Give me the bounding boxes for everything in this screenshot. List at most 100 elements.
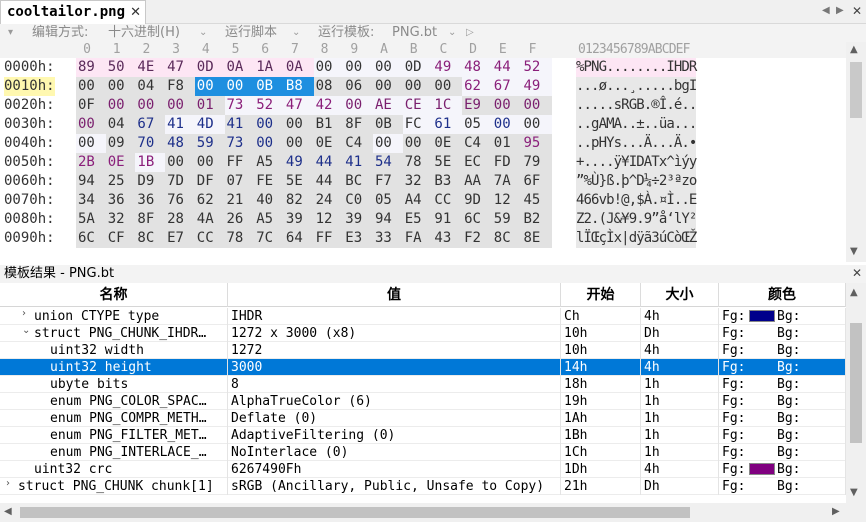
hex-byte[interactable]: FF [224,153,255,172]
hex-byte[interactable]: 00 [373,77,403,96]
hex-byte[interactable]: 00 [194,153,225,172]
hex-byte[interactable]: 0E [105,153,136,172]
hex-byte[interactable]: 06 [343,77,374,96]
hex-byte[interactable]: 61 [432,115,463,134]
hex-byte[interactable]: 00 [491,115,522,134]
collapse-icon[interactable]: ▾ [8,24,13,41]
hex-row[interactable]: 0060h: 94 25 D9 7D DF 07 FE 5E 44 BC F7 32 B3 AA 7A 6F ”%… [0,172,846,191]
hex-row[interactable]: 0000h: 89 50 4E 47 0D 0A 1A 0A 00 00 00 0D 49 48 44 52 %P… [0,58,846,77]
column-header-color[interactable]: 颜色 [719,283,846,307]
table-row[interactable]: › union CTYPE type IHDR Ch 4h Fg: Bg: [0,308,846,325]
hex-byte[interactable]: 49 [521,77,552,96]
hex-byte[interactable]: 0F [76,96,106,115]
hex-byte[interactable]: 04 [135,77,166,96]
hex-byte[interactable]: 54 [373,153,403,172]
hex-byte[interactable]: B1 [313,115,344,134]
hex-byte[interactable]: 4E [135,58,166,77]
hex-byte[interactable]: A5 [254,153,285,172]
hex-byte[interactable]: 0B [254,77,285,96]
hex-byte[interactable]: 41 [343,153,374,172]
hex-byte[interactable]: 00 [491,96,522,115]
hex-byte[interactable]: 00 [402,134,433,153]
hex-byte[interactable]: A4 [402,191,433,210]
hex-row[interactable]: 0050h: 2B 0E 1B 00 00 FF A5 49 44 41 54 78 5E EC FD 79 +.… [0,153,846,172]
cell-color[interactable]: Fg: Bg: [719,444,846,461]
hex-byte[interactable]: 36 [135,191,166,210]
hex-byte[interactable]: 1B [135,153,166,172]
hex-byte[interactable]: 50 [105,58,136,77]
scroll-down-icon[interactable]: ▼ [850,246,858,257]
column-header-size[interactable]: 大小 [641,283,719,307]
hex-byte[interactable]: 79 [521,153,552,172]
hex-byte[interactable]: 41 [165,115,196,134]
hex-byte[interactable]: 64 [283,229,314,248]
hex-byte[interactable]: E7 [165,229,196,248]
hex-byte[interactable]: FC [402,115,433,134]
hex-byte[interactable]: 78 [402,153,433,172]
hex-byte[interactable]: FD [491,153,522,172]
chevron-down-icon[interactable]: ⌄ [292,24,300,41]
run-template-icon[interactable]: ▷ [466,24,474,41]
hex-byte[interactable]: 00 [105,96,136,115]
hex-byte[interactable]: F8 [165,77,196,96]
chevron-down-icon[interactable]: ⌄ [22,325,30,336]
hex-byte[interactable]: 05 [462,115,493,134]
hex-byte[interactable]: 12 [313,210,344,229]
hex-byte[interactable]: 01 [491,134,522,153]
hex-row-ascii[interactable]: 466vb!@‚$À.¤Ì..E [576,191,697,210]
hex-byte[interactable]: 44 [313,172,344,191]
hex-row-ascii[interactable]: ..pHYs...Ä...Ä.• [576,134,697,153]
hex-byte[interactable]: FF [313,229,344,248]
hex-byte[interactable]: 0A [224,58,255,77]
hex-byte[interactable]: 09 [105,134,136,153]
hex-byte[interactable]: B2 [521,210,552,229]
hex-byte[interactable]: A5 [254,210,285,229]
hex-byte[interactable]: 4D [194,115,225,134]
hex-byte[interactable]: 28 [165,210,196,229]
hex-editor[interactable]: 0 1 2 3 4 5 6 7 8 9 A B C D E F 0123456789ABCDEF 0000h: 8… [0,42,866,262]
hex-byte[interactable]: 00 [254,115,285,134]
hex-byte[interactable]: 95 [521,134,552,153]
hex-byte[interactable]: 7A [491,172,522,191]
hex-byte[interactable]: 67 [491,77,522,96]
cell-color[interactable]: Fg: Bg: [719,393,846,410]
hex-byte[interactable]: FA [402,229,433,248]
hex-byte[interactable]: 32 [402,172,433,191]
table-row[interactable]: enum PNG_FILTER_MET… AdaptiveFiltering (0… [0,427,846,444]
hex-byte[interactable]: 8F [135,210,166,229]
scroll-up-icon[interactable]: ▲ [850,287,858,298]
hex-byte[interactable]: 00 [194,77,225,96]
hex-row-ascii[interactable]: Z2.(J&¥9.9”å‘lY² [576,210,697,229]
hex-row[interactable]: 0080h: 5A 32 8F 28 4A 26 A5 39 12 39 94 E5 91 6C 59 B2 Z2… [0,210,846,229]
vertical-scrollbar[interactable]: ▲ ▼ [846,42,866,262]
hex-byte[interactable]: 00 [76,134,106,153]
hex-row-ascii[interactable]: ..gAMA..±..üa... [576,115,697,134]
hex-row[interactable]: 0010h: 00 00 04 F8 00 00 0B B8 08 06 00 00 00 62 67 49..… [0,77,846,96]
scrollbar-thumb[interactable] [850,62,862,118]
chevron-right-icon[interactable]: › [6,478,10,489]
hex-byte[interactable]: 26 [224,210,255,229]
hex-byte[interactable]: CE [402,96,433,115]
hex-byte[interactable]: 00 [135,96,166,115]
hex-byte[interactable]: 25 [105,172,136,191]
hex-byte[interactable]: 00 [76,77,106,96]
hex-byte[interactable]: 8F [343,115,374,134]
hex-byte[interactable]: 00 [254,134,285,153]
hex-byte[interactable]: 44 [313,153,344,172]
hex-byte[interactable]: 49 [432,58,463,77]
hex-byte[interactable]: 1A [254,58,285,77]
hex-byte[interactable]: 70 [135,134,166,153]
hex-byte[interactable]: 94 [373,210,403,229]
hex-byte[interactable]: 62 [462,77,493,96]
hex-byte[interactable]: 0D [402,58,433,77]
hex-row-ascii[interactable]: ”%Ù}ß.þ^D¼÷2³ªzo [576,172,697,191]
hex-row-ascii[interactable]: .....sRGB.®Î.é.. [576,96,697,115]
hex-byte[interactable]: 00 [402,77,433,96]
hex-byte[interactable]: 73 [224,134,255,153]
cell-color[interactable]: Fg: Bg: [719,461,846,478]
cell-color[interactable]: Fg: Bg: [719,308,846,325]
hex-byte[interactable]: 0B [373,115,403,134]
scroll-left-icon[interactable]: ◀ [4,506,12,517]
chevron-right-icon[interactable]: ▶ [836,3,844,19]
table-row[interactable]: uint32 height 3000 14h 4h Fg: Bg: [0,359,846,376]
